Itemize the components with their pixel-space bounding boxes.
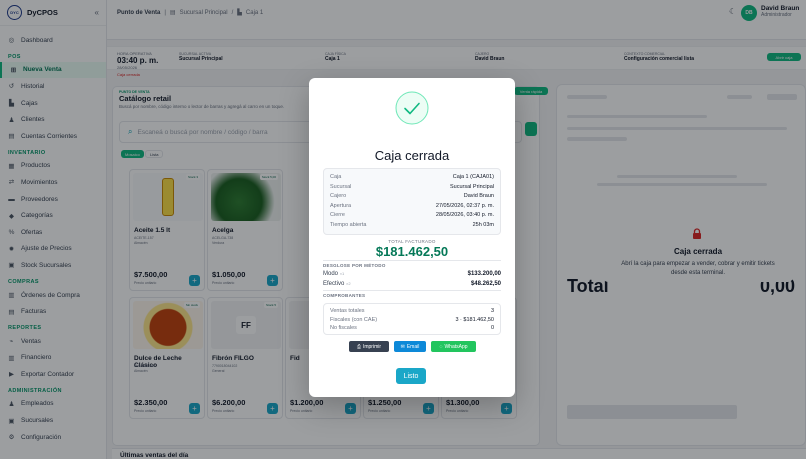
detail-value: 27/05/2026, 02:37 p. m. bbox=[435, 202, 494, 209]
divider bbox=[323, 290, 501, 291]
detail-value: David Braun bbox=[463, 193, 494, 199]
detail-key: Caja bbox=[330, 174, 342, 180]
method-amount: $48.262,50 bbox=[470, 281, 501, 287]
printer-icon: ⎙ bbox=[356, 343, 361, 350]
whatsapp-label: WhatsApp bbox=[444, 343, 468, 350]
whatsapp-icon: ◌ bbox=[439, 343, 443, 350]
print-label: Imprimir bbox=[362, 343, 382, 350]
detail-value: Caja 1 (CAJA01) bbox=[452, 174, 494, 180]
caja-details: Caja Caja 1 (CAJA01) Sucursal Sucursal Prin… bbox=[323, 168, 501, 235]
print-button[interactable]: ⎙ Imprimir bbox=[349, 341, 389, 352]
detail-key: Tiempo abierta bbox=[330, 221, 367, 228]
detail-key: Cajero bbox=[330, 193, 347, 199]
check-circle-icon bbox=[395, 91, 429, 125]
detail-value: 28/05/2026, 03:40 p. m. bbox=[435, 212, 494, 218]
vouchers-box: Ventas totales 3 Fiscales (con CAE) 3 · $18… bbox=[323, 303, 501, 335]
modal-title: Caja cerrada bbox=[374, 148, 450, 163]
voucher-key: Ventas totales bbox=[330, 308, 365, 314]
detail-value: Sucursal Principal bbox=[449, 183, 494, 190]
whatsapp-button[interactable]: ◌ WhatsApp bbox=[431, 341, 476, 352]
detail-value: 25h 03m bbox=[472, 221, 494, 228]
method-name: Modo ×1 bbox=[323, 271, 345, 277]
vouchers-label: COMPROBANTES bbox=[323, 293, 366, 298]
detail-key: Apertura bbox=[330, 202, 352, 209]
voucher-value: 0 bbox=[490, 325, 494, 331]
voucher-value: 3 bbox=[490, 308, 494, 314]
voucher-value: 3 · $181.462,50 bbox=[455, 316, 494, 323]
detail-key: Cierre bbox=[330, 212, 345, 218]
done-button[interactable]: Listo bbox=[396, 368, 426, 384]
email-label: Email bbox=[406, 343, 420, 350]
mail-icon: ✉ bbox=[400, 343, 405, 350]
voucher-key: No fiscales bbox=[330, 325, 357, 331]
email-button[interactable]: ✉ Email bbox=[394, 341, 426, 352]
detail-key: Sucursal bbox=[330, 183, 352, 190]
closed-caja-modal: Caja cerrada Caja Caja 1 (CAJA01) Sucursal… bbox=[309, 78, 515, 397]
method-name: Efectivo ×2 bbox=[323, 281, 351, 287]
voucher-key: Fiscales (con CAE) bbox=[330, 316, 378, 323]
breakdown-label: DESGLOSE POR MÉTODO bbox=[323, 263, 386, 268]
method-amount: $133.200,00 bbox=[467, 271, 501, 277]
divider bbox=[323, 260, 501, 261]
total-billed-value: $181.462,50 bbox=[375, 244, 449, 259]
